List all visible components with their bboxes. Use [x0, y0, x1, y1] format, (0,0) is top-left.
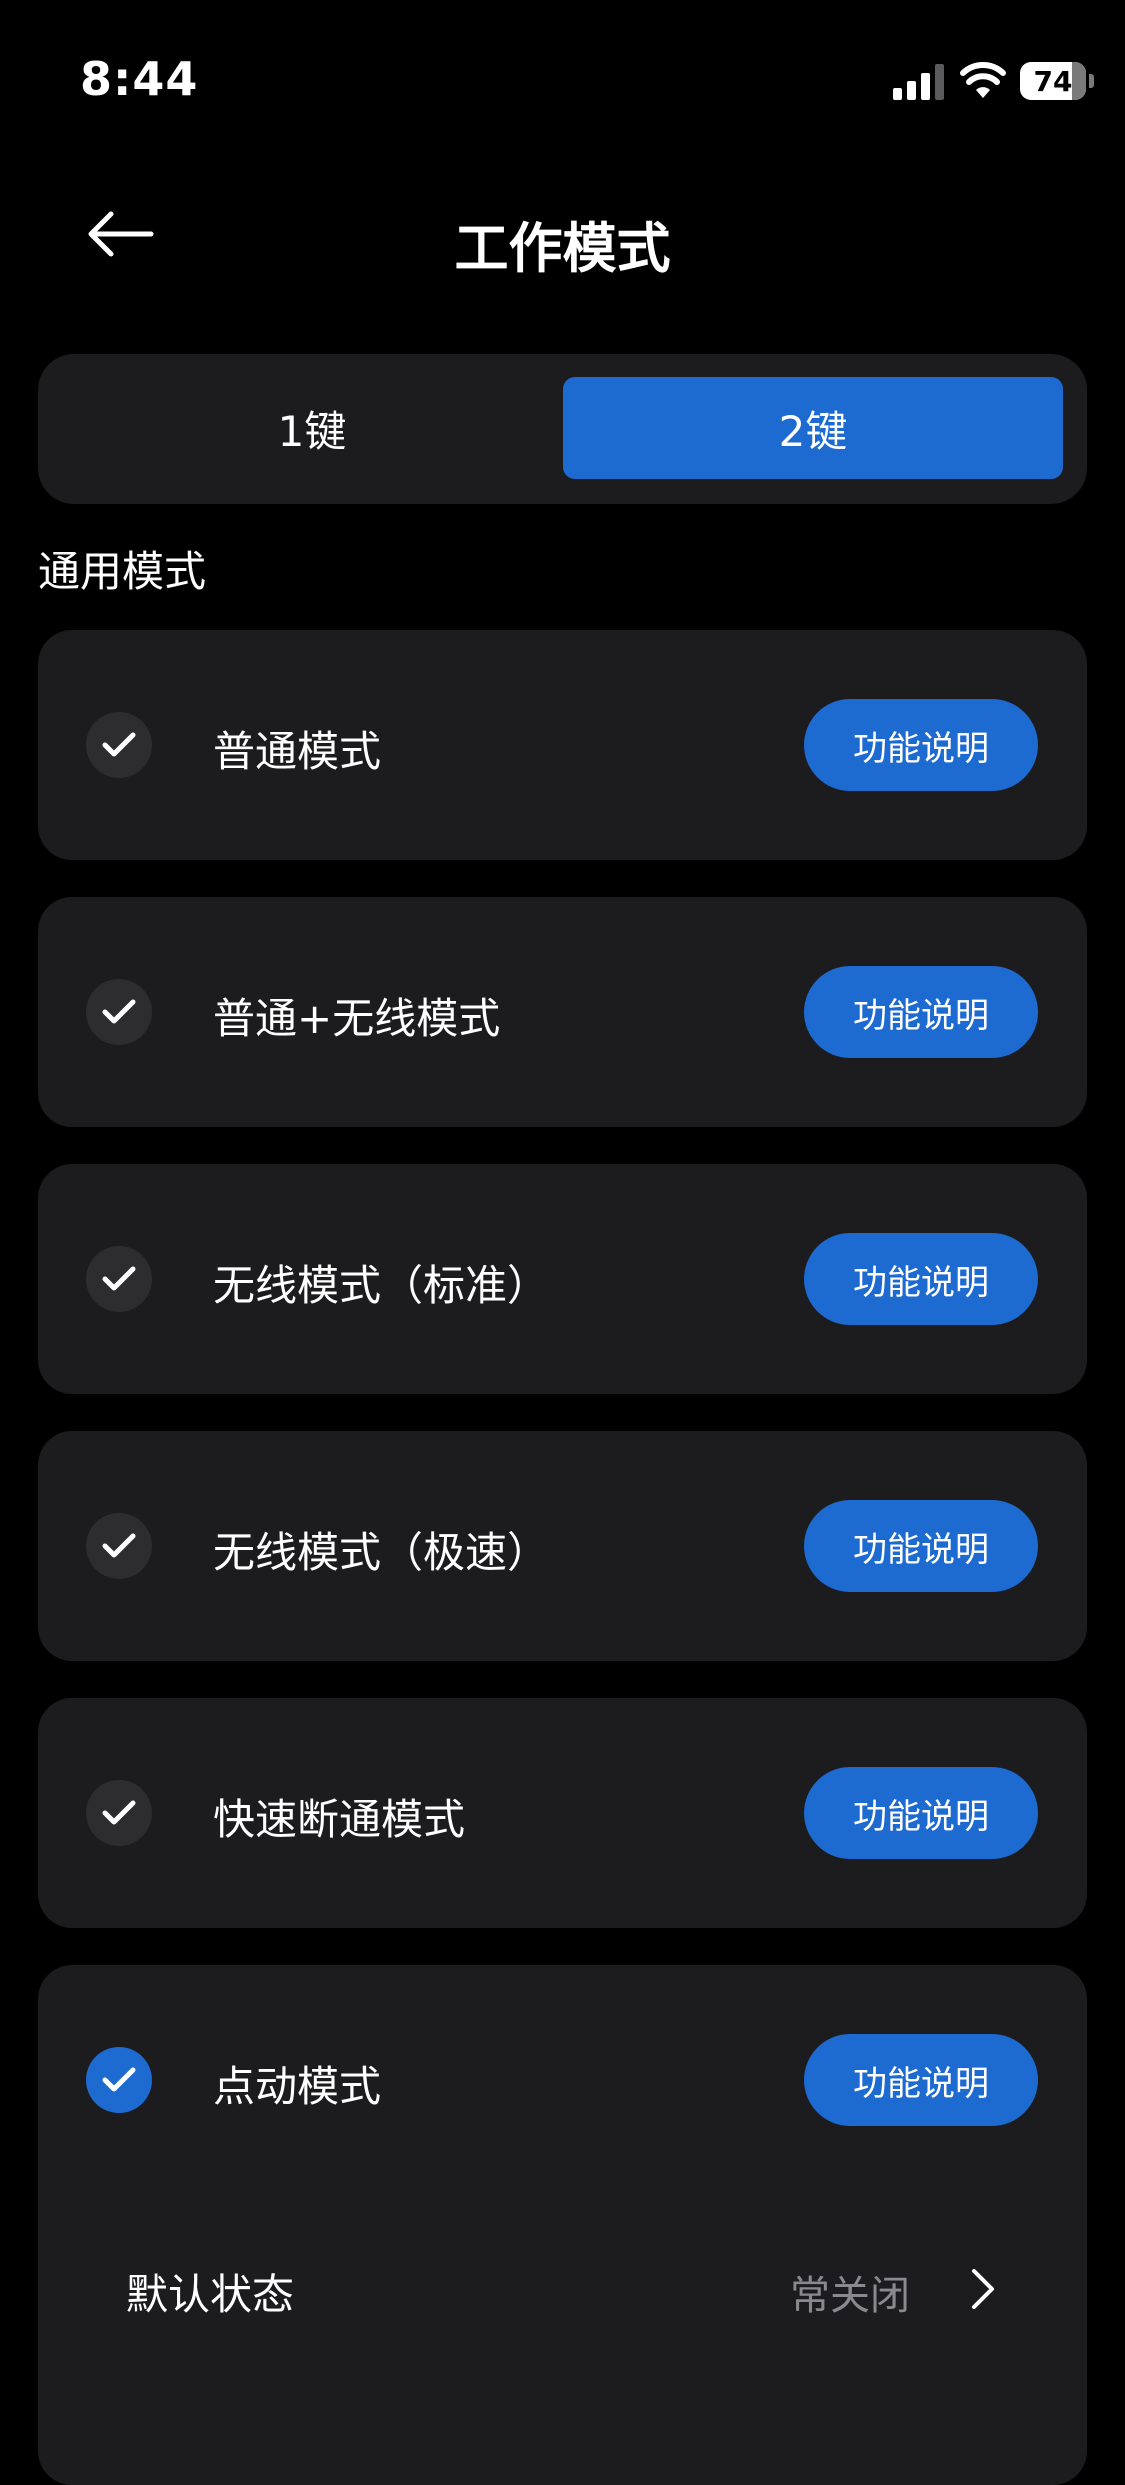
mode-card-normal[interactable]: 普通模式 功能说明	[38, 630, 1087, 860]
mode-card-normal-wireless[interactable]: 普通+无线模式 功能说明	[38, 897, 1087, 1127]
check-icon[interactable]	[86, 712, 152, 778]
default-state-row[interactable]: 默认状态 常关闭	[38, 2233, 1087, 2343]
mode-card-jog[interactable]: 点动模式 功能说明 默认状态 常关闭	[38, 1965, 1087, 2485]
key-count-tabs: 1键 2键	[38, 354, 1087, 504]
battery-icon: 74	[1020, 62, 1086, 100]
status-bar: 8:44 74	[0, 0, 1125, 160]
mode-label: 无线模式（标准）	[213, 1261, 550, 1310]
mode-card-quick-break[interactable]: 快速断通模式 功能说明	[38, 1698, 1087, 1928]
check-icon[interactable]	[86, 1246, 152, 1312]
function-info-button[interactable]: 功能说明	[804, 1767, 1038, 1859]
nav-bar: 工作模式	[0, 180, 1125, 290]
chevron-right-icon	[972, 2269, 994, 2309]
mode-label: 普通模式	[213, 727, 382, 776]
default-state-label: 默认状态	[126, 2270, 295, 2319]
page-title: 工作模式	[454, 217, 671, 280]
function-info-button[interactable]: 功能说明	[804, 1233, 1038, 1325]
check-icon[interactable]	[86, 979, 152, 1045]
tab-1-key[interactable]: 1键	[62, 377, 562, 479]
tab-2-key[interactable]: 2键	[563, 377, 1063, 479]
mode-label: 无线模式（极速）	[213, 1528, 550, 1577]
section-label: 通用模式	[38, 547, 207, 596]
check-icon[interactable]	[86, 1513, 152, 1579]
mode-label: 点动模式	[213, 2062, 382, 2111]
battery-level: 74	[1033, 64, 1073, 98]
mode-label: 普通+无线模式	[213, 994, 501, 1043]
function-info-button[interactable]: 功能说明	[804, 1500, 1038, 1592]
function-info-button[interactable]: 功能说明	[804, 966, 1038, 1058]
check-icon[interactable]	[86, 1780, 152, 1846]
mode-card-wireless-fast[interactable]: 无线模式（极速） 功能说明	[38, 1431, 1087, 1661]
function-info-button[interactable]: 功能说明	[804, 699, 1038, 791]
check-icon[interactable]	[86, 2047, 152, 2113]
mode-card-wireless-standard[interactable]: 无线模式（标准） 功能说明	[38, 1164, 1087, 1394]
wifi-icon	[960, 62, 1006, 98]
function-info-button[interactable]: 功能说明	[804, 2034, 1038, 2126]
status-time: 8:44	[80, 52, 199, 106]
battery-tip	[1089, 74, 1094, 88]
mode-label: 快速断通模式	[213, 1795, 466, 1844]
default-state-value: 常关闭	[790, 2273, 910, 2319]
signal-icon	[893, 64, 944, 100]
